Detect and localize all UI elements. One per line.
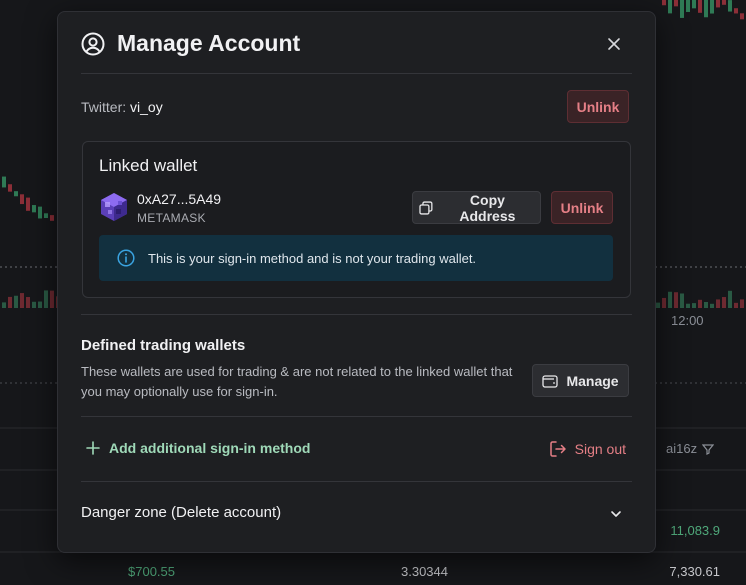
linked-wallet-card: Linked wallet 0xA27...5A49 METAMASK Copy…: [82, 141, 631, 298]
candle: [728, 0, 732, 12]
candle: [26, 197, 30, 211]
twitter-prefix: Twitter:: [81, 99, 127, 115]
linked-wallet-title: Linked wallet: [99, 156, 198, 175]
info-icon: [117, 249, 135, 267]
danger-zone-label: Danger zone (Delete account): [81, 504, 282, 521]
manage-wallets-button[interactable]: Manage: [532, 364, 629, 397]
filter-icon: [702, 443, 715, 455]
trading-wallets-title: Defined trading wallets: [81, 337, 246, 354]
volume-bar: [8, 296, 12, 308]
candle: [662, 0, 666, 6]
volume-bar: [32, 301, 36, 308]
wallet-provider: METAMASK: [137, 211, 206, 225]
volume-bar: [44, 290, 48, 308]
table-value: 11,083.9: [670, 523, 720, 538]
divider: [81, 314, 632, 315]
candle: [716, 0, 720, 8]
manage-label: Manage: [566, 372, 619, 389]
volume-bar: [14, 295, 18, 308]
volume-bar: [20, 293, 24, 308]
candle: [734, 8, 738, 14]
volume-bar: [686, 303, 690, 308]
trading-wallets-description: These wallets are used for trading & are…: [81, 364, 513, 399]
candle: [44, 213, 48, 218]
candle: [698, 0, 702, 13]
copy-address-label: Copy Address: [459, 191, 516, 224]
volume-bar: [692, 303, 696, 308]
volume-bar: [656, 302, 660, 308]
unlink-twitter-button[interactable]: Unlink: [567, 90, 629, 123]
wallet-address: 0xA27...5A49: [137, 191, 222, 207]
info-text: This is your sign-in method and is not y…: [148, 250, 477, 266]
twitter-handle: vi_oy: [130, 99, 163, 115]
chevron-down-icon: [611, 511, 621, 517]
candle: [32, 205, 36, 213]
divider: [81, 481, 632, 482]
modal-title: Manage Account: [117, 30, 301, 56]
manage-account-modal: Manage Account Twitter: vi_oy Unlink Lin…: [57, 11, 656, 553]
copy-address-button[interactable]: Copy Address: [412, 191, 541, 224]
table-amount: 3.30344: [401, 564, 448, 579]
volume-bar: [50, 290, 54, 308]
candle: [38, 206, 42, 219]
candle: [692, 0, 696, 9]
volume-bar: [680, 293, 684, 308]
wallet-avatar-icon: [101, 193, 127, 221]
candle: [722, 0, 726, 5]
candle: [704, 0, 708, 18]
candle: [740, 13, 744, 20]
volume-bar: [2, 302, 6, 308]
volume-bar: [716, 299, 720, 308]
sign-out-icon: [549, 441, 566, 457]
volume-bar: [734, 302, 738, 308]
modal-header: Manage Account: [81, 30, 632, 74]
volume-bar: [668, 291, 672, 308]
unlink-wallet-button[interactable]: Unlink: [551, 191, 613, 224]
twitter-account: Twitter: vi_oy: [81, 99, 163, 115]
candle: [686, 0, 690, 12]
candle: [8, 184, 12, 192]
volume-bar: [728, 290, 732, 308]
chart-time-label: 12:00: [671, 313, 704, 328]
candle: [680, 0, 684, 18]
plus-icon: [86, 441, 100, 455]
add-method-label: Add additional sign-in method: [109, 440, 311, 456]
candle: [710, 0, 714, 14]
wallet-icon: [542, 374, 559, 388]
add-sign-in-method-button[interactable]: Add additional sign-in method: [86, 440, 310, 456]
candle: [674, 0, 678, 7]
candle: [2, 176, 6, 188]
divider: [81, 416, 632, 417]
volume-bar: [38, 301, 42, 308]
sign-out-button[interactable]: Sign out: [549, 440, 626, 458]
copy-icon: [419, 200, 433, 215]
column-filter[interactable]: ai16z: [666, 441, 715, 456]
candle: [668, 0, 672, 14]
info-banner: This is your sign-in method and is not y…: [99, 235, 613, 281]
volume-bar: [698, 299, 702, 308]
volume-bar: [740, 299, 744, 308]
volume-bar: [26, 297, 30, 308]
table-price: $700.55: [128, 564, 175, 579]
close-icon[interactable]: [606, 36, 622, 52]
volume-bar: [710, 303, 714, 308]
danger-zone-toggle[interactable]: Danger zone (Delete account): [81, 495, 632, 531]
sign-out-label: Sign out: [574, 441, 626, 457]
volume-bar: [704, 301, 708, 308]
volume-bar: [674, 292, 678, 308]
user-circle-icon: [81, 32, 105, 56]
filter-label: ai16z: [666, 441, 698, 456]
candle: [14, 191, 18, 197]
volume-bar: [662, 297, 666, 308]
table-total: 7,330.61: [669, 564, 720, 579]
candle: [50, 215, 54, 221]
volume-bar: [722, 297, 726, 308]
candle: [20, 194, 24, 205]
